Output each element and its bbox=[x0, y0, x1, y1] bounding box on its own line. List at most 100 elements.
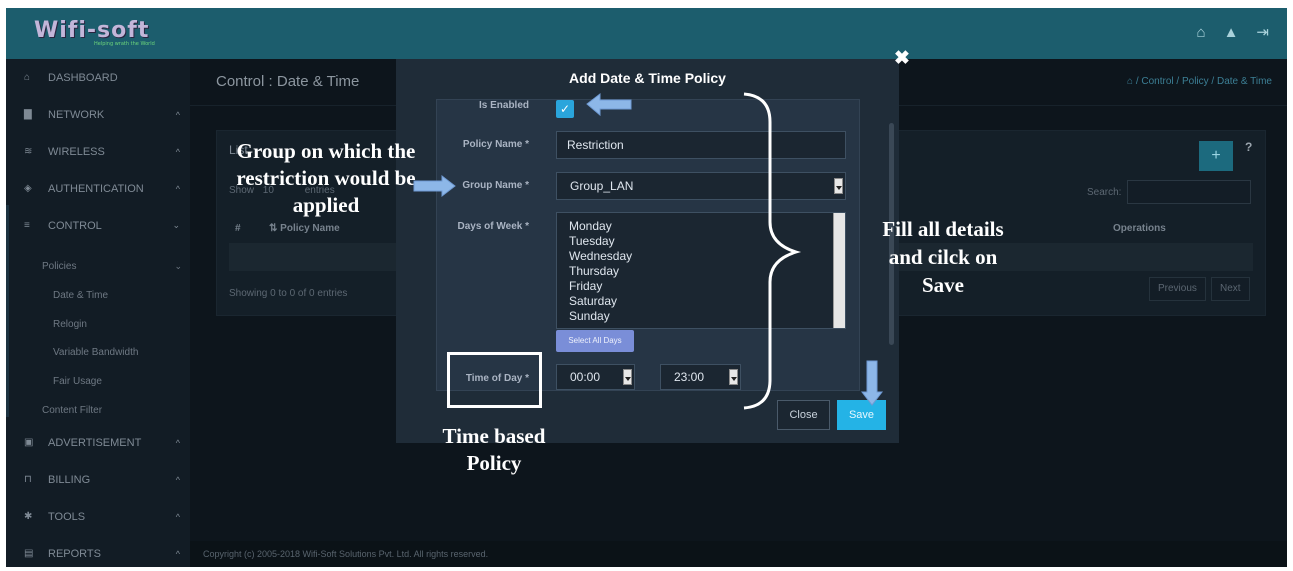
sidebar-item-reports[interactable]: ▤ REPORTS ^ bbox=[6, 535, 190, 567]
logo-tagline: Helping wrath the World bbox=[94, 41, 155, 47]
list-item[interactable]: Thursday bbox=[569, 264, 845, 279]
annotation-group-note: Group on which the restriction would be … bbox=[236, 139, 416, 217]
sidebar-item-fair-usage[interactable]: Fair Usage bbox=[6, 367, 190, 395]
sidebar-item-date-time[interactable]: Date & Time bbox=[6, 281, 190, 309]
sidebar-item-label: Date & Time bbox=[53, 289, 109, 301]
annotation-time-note: Time based Policy bbox=[442, 424, 546, 475]
gear-icon: ✱ bbox=[24, 511, 33, 522]
list-item[interactable]: Sunday bbox=[569, 309, 845, 324]
sidebar-item-label: Relogin bbox=[53, 318, 87, 330]
table-info: Showing 0 to 0 of 0 entries bbox=[229, 288, 348, 299]
list-item[interactable]: Tuesday bbox=[569, 234, 845, 249]
logo-text: Wifi-soft bbox=[34, 18, 150, 43]
group-name-label: Group Name * bbox=[462, 180, 529, 191]
select-all-days-button[interactable]: Select All Days bbox=[556, 330, 634, 352]
sidebar-item-content-filter[interactable]: Content Filter bbox=[6, 396, 190, 424]
sidebar-item-wireless[interactable]: ≋ WIRELESS ^ bbox=[6, 133, 190, 170]
dropdown-arrow-icon bbox=[729, 369, 738, 385]
breadcrumb-path[interactable]: / Control / Policy / Date & Time bbox=[1136, 76, 1272, 87]
sidebar-item-dashboard[interactable]: ⌂ DASHBOARD bbox=[6, 59, 190, 96]
dropdown-arrow-icon bbox=[623, 369, 632, 385]
chevron-up-icon: ^ bbox=[175, 511, 180, 522]
time-from-select[interactable]: 00:00 bbox=[556, 364, 635, 390]
policy-name-label: Policy Name * bbox=[462, 139, 529, 150]
sidebar-item-variable-bandwidth[interactable]: Variable Bandwidth bbox=[6, 338, 190, 366]
sidebar-item-label: REPORTS bbox=[48, 547, 101, 560]
sidebar-item-network[interactable]: ▇ NETWORK ^ bbox=[6, 96, 190, 133]
sidebar-item-control[interactable]: ≡ CONTROL ⌄ bbox=[6, 207, 190, 244]
search-label: Search: bbox=[1087, 187, 1122, 198]
close-icon[interactable]: ✖ bbox=[894, 49, 910, 69]
sort-icon: ⇅ bbox=[269, 223, 281, 234]
column-header-operations: Operations bbox=[1113, 223, 1166, 234]
list-item[interactable]: Saturday bbox=[569, 294, 845, 309]
chevron-down-icon: ⌄ bbox=[172, 220, 180, 230]
chevron-up-icon: ^ bbox=[175, 474, 180, 485]
sidebar-item-label: WIRELESS bbox=[48, 145, 105, 158]
sidebar: ⌂ DASHBOARD ▇ NETWORK ^ ≋ WIRELESS ^ ◈ A… bbox=[6, 59, 190, 567]
add-policy-button[interactable]: + bbox=[1199, 141, 1233, 171]
modal-title: Add Date & Time Policy bbox=[569, 70, 726, 86]
home-icon[interactable]: ⌂ bbox=[1127, 76, 1136, 87]
sidebar-item-label: DASHBOARD bbox=[48, 71, 118, 84]
time-to-select[interactable]: 23:00 bbox=[660, 364, 741, 390]
breadcrumb: ⌂ / Control / Policy / Date & Time bbox=[1127, 76, 1272, 87]
wifi-icon: ≋ bbox=[24, 146, 33, 157]
home-icon: ⌂ bbox=[24, 72, 31, 83]
home-icon[interactable]: ⌂ bbox=[1197, 24, 1206, 42]
billing-icon: ⊓ bbox=[24, 474, 32, 485]
next-button[interactable]: Next bbox=[1211, 277, 1250, 301]
dropdown-arrow-icon bbox=[834, 178, 843, 194]
close-button[interactable]: Close bbox=[777, 400, 830, 430]
list-item[interactable]: Wednesday bbox=[569, 249, 845, 264]
column-header-index[interactable]: # bbox=[235, 223, 241, 234]
server-icon: ▇ bbox=[24, 109, 32, 120]
sidebar-item-label: AUTHENTICATION bbox=[48, 182, 144, 195]
time-from-value: 00:00 bbox=[570, 370, 601, 384]
list-item[interactable]: Monday bbox=[569, 219, 845, 234]
shield-icon: ◈ bbox=[24, 183, 32, 194]
sidebar-item-billing[interactable]: ⊓ BILLING ^ bbox=[6, 461, 190, 498]
time-of-day-highlight-box bbox=[447, 352, 542, 408]
bell-icon[interactable]: ▲ bbox=[1224, 24, 1239, 42]
sidebar-item-label: CONTROL bbox=[48, 219, 102, 232]
sidebar-item-advertisement[interactable]: ▣ ADVERTISEMENT ^ bbox=[6, 424, 190, 461]
sidebar-item-label: Fair Usage bbox=[53, 375, 102, 387]
is-enabled-checkbox[interactable]: ✓ bbox=[556, 100, 574, 118]
database-icon: ≡ bbox=[24, 220, 30, 231]
column-header-label: Policy Name bbox=[280, 223, 340, 234]
logout-icon[interactable]: ⇥ bbox=[1256, 24, 1269, 42]
previous-button[interactable]: Previous bbox=[1149, 277, 1206, 301]
plus-icon: + bbox=[1211, 147, 1221, 164]
column-header-policy-name[interactable]: ⇅ Policy Name bbox=[269, 223, 340, 234]
sidebar-item-policies[interactable]: Policies ⌄ bbox=[6, 252, 190, 280]
list-scrollbar[interactable] bbox=[833, 213, 845, 328]
brand-logo[interactable]: Wifi-soft Helping wrath the World bbox=[34, 18, 155, 48]
search-input[interactable] bbox=[1127, 180, 1251, 204]
days-of-week-list[interactable]: Monday Tuesday Wednesday Thursday Friday… bbox=[556, 212, 846, 329]
policy-name-input[interactable]: Restriction bbox=[556, 131, 846, 159]
chevron-up-icon: ^ bbox=[175, 548, 180, 559]
chevron-up-icon: ^ bbox=[175, 183, 180, 194]
chevron-up-icon: ^ bbox=[175, 109, 180, 120]
sidebar-item-relogin[interactable]: Relogin bbox=[6, 310, 190, 338]
chevron-up-icon: ^ bbox=[175, 146, 180, 157]
sidebar-item-label: Variable Bandwidth bbox=[53, 346, 139, 358]
help-icon[interactable]: ? bbox=[1245, 140, 1252, 154]
sidebar-item-label: NETWORK bbox=[48, 108, 105, 121]
ad-icon: ▣ bbox=[24, 437, 34, 448]
page-title: Control : Date & Time bbox=[216, 73, 360, 90]
list-item[interactable]: Friday bbox=[569, 279, 845, 294]
chevron-up-icon: ^ bbox=[175, 437, 180, 448]
sidebar-item-label: Content Filter bbox=[42, 404, 103, 416]
top-bar: Wifi-soft Helping wrath the World ⌂ ▲ ⇥ bbox=[6, 8, 1287, 59]
is-enabled-label: Is Enabled bbox=[478, 100, 529, 111]
sidebar-item-tools[interactable]: ✱ TOOLS ^ bbox=[6, 498, 190, 535]
report-icon: ▤ bbox=[24, 548, 34, 559]
sidebar-item-label: ADVERTISEMENT bbox=[48, 436, 142, 449]
save-button[interactable]: Save bbox=[837, 400, 886, 430]
group-name-value: Group_LAN bbox=[570, 179, 634, 193]
group-name-select[interactable]: Group_LAN bbox=[556, 172, 846, 200]
sidebar-item-authentication[interactable]: ◈ AUTHENTICATION ^ bbox=[6, 170, 190, 207]
time-to-value: 23:00 bbox=[674, 370, 705, 384]
